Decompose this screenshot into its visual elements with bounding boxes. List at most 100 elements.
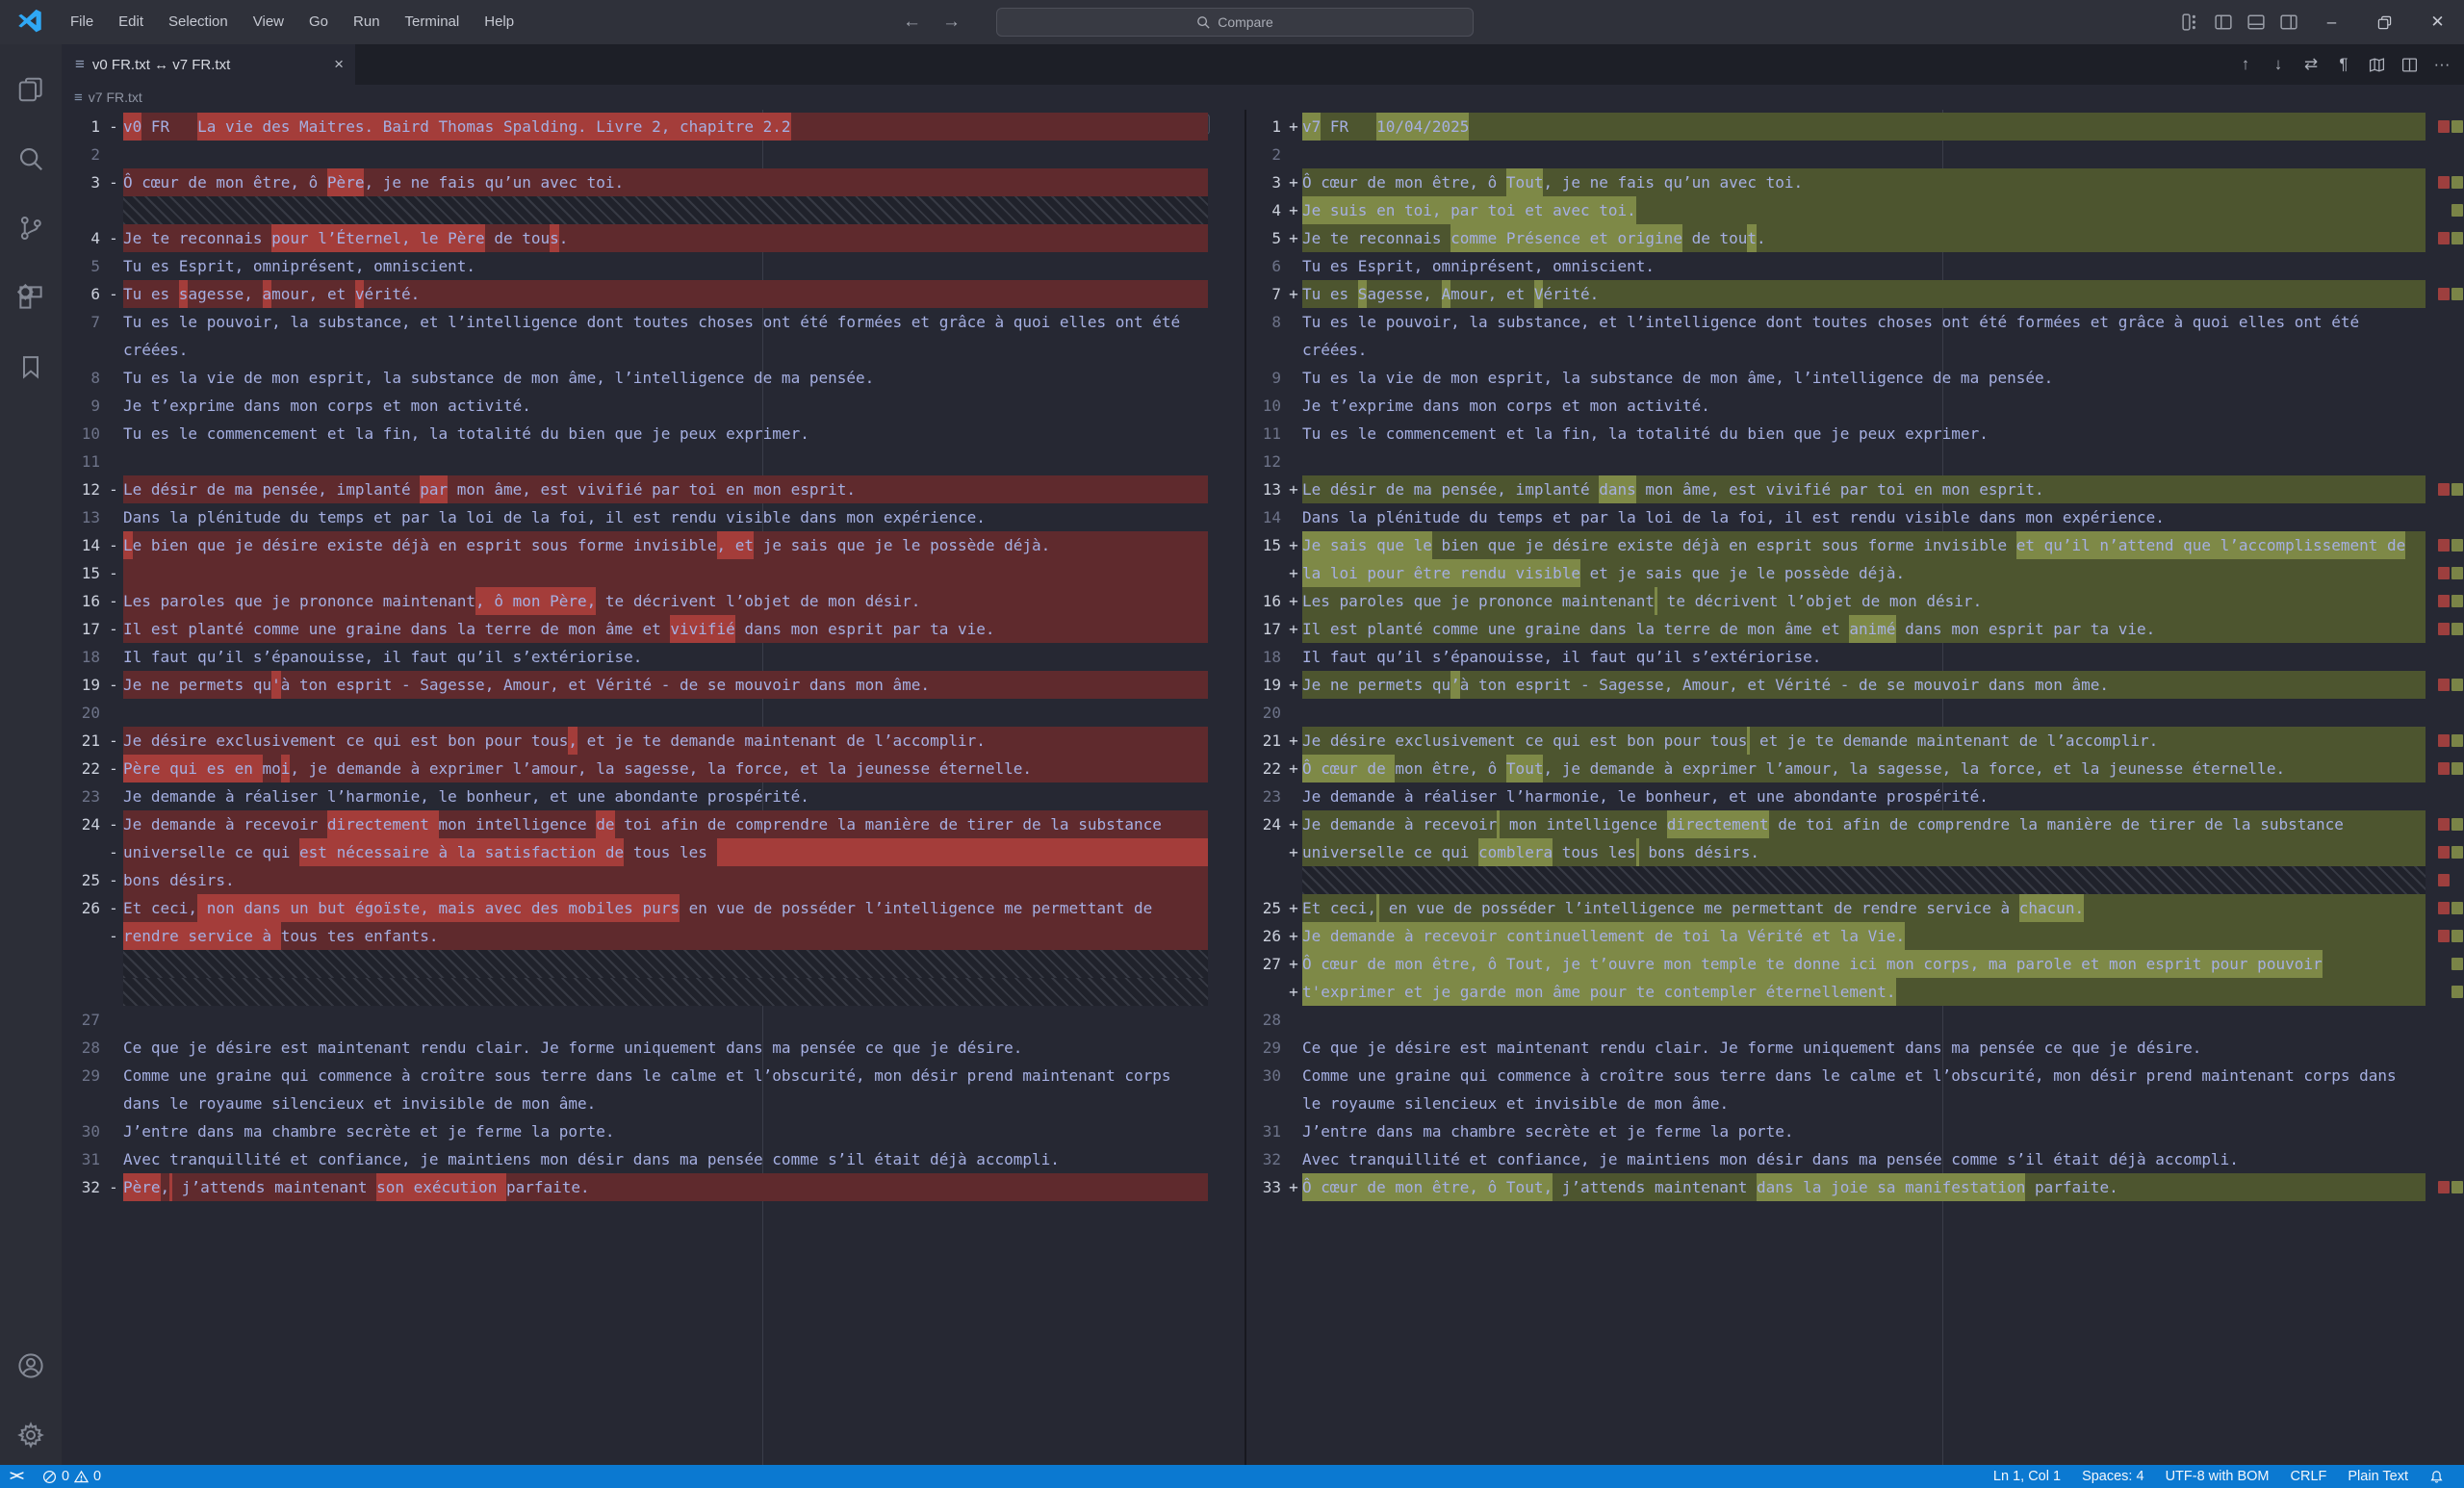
- notifications-bell-icon[interactable]: [2419, 1465, 2454, 1488]
- search-sidebar-icon[interactable]: [8, 135, 54, 183]
- diff-row[interactable]: 23Je demande à réaliser l’harmonie, le b…: [1246, 782, 2464, 810]
- menu-help[interactable]: Help: [472, 13, 526, 30]
- diff-row[interactable]: 15+Je sais que le bien que je désire exi…: [1246, 531, 2464, 559]
- toggle-sidebar-icon[interactable]: [2207, 0, 2240, 44]
- diff-row[interactable]: dans le royaume silencieux et invisible …: [62, 1090, 1245, 1117]
- nav-back-icon[interactable]: ←: [903, 12, 921, 33]
- diff-row[interactable]: 20: [62, 699, 1245, 727]
- diff-row[interactable]: 4+Je suis en toi, par toi et avec toi.: [1246, 196, 2464, 224]
- diff-row[interactable]: +la loi pour être rendu visible et je sa…: [1246, 559, 2464, 587]
- diff-row[interactable]: 2: [1246, 141, 2464, 168]
- diff-row[interactable]: 26+Je demande à recevoir continuellement…: [1246, 922, 2464, 950]
- diff-row[interactable]: 10Tu es le commencement et la fin, la to…: [62, 420, 1245, 448]
- settings-gear-icon[interactable]: [8, 1411, 54, 1459]
- diff-row[interactable]: 3-Ô cœur de mon être, ô Père, je ne fais…: [62, 168, 1245, 196]
- diff-row[interactable]: 8Tu es le pouvoir, la substance, et l’in…: [1246, 308, 2464, 336]
- diff-row[interactable]: 11: [62, 448, 1245, 475]
- diff-row[interactable]: 12-Le désir de ma pensée, implanté par m…: [62, 475, 1245, 503]
- diff-row[interactable]: 11Tu es le commencement et la fin, la to…: [1246, 420, 2464, 448]
- encoding-setting[interactable]: UTF-8 with BOM: [2155, 1465, 2280, 1488]
- split-editor-icon[interactable]: [2395, 50, 2424, 79]
- diff-row[interactable]: 14Dans la plénitude du temps et par la l…: [1246, 503, 2464, 531]
- diff-pane-modified[interactable]: 1+v7 FR 10/04/202523+Ô cœur de mon être,…: [1245, 110, 2464, 1465]
- diff-row[interactable]: 3+Ô cœur de mon être, ô Tout, je ne fais…: [1246, 168, 2464, 196]
- language-mode[interactable]: Plain Text: [2337, 1465, 2419, 1488]
- breadcrumb[interactable]: ≡ v7 FR.txt: [62, 85, 2464, 110]
- diff-row[interactable]: 1+v7 FR 10/04/2025: [1246, 113, 2464, 141]
- extensions-icon[interactable]: [8, 273, 54, 321]
- diff-row[interactable]: 7Tu es le pouvoir, la substance, et l’in…: [62, 308, 1245, 336]
- diff-row[interactable]: 24+Je demande à recevoir mon intelligenc…: [1246, 810, 2464, 838]
- diff-row[interactable]: 13+Le désir de ma pensée, implanté dans …: [1246, 475, 2464, 503]
- next-change-icon[interactable]: ↓: [2264, 50, 2293, 79]
- source-control-icon[interactable]: [8, 204, 54, 252]
- tab-close-icon[interactable]: ×: [334, 55, 344, 74]
- cursor-position[interactable]: Ln 1, Col 1: [1983, 1465, 2071, 1488]
- diff-row[interactable]: 28: [1246, 1006, 2464, 1034]
- diff-row[interactable]: [1246, 866, 2464, 894]
- diff-row[interactable]: [62, 978, 1245, 1006]
- diff-row[interactable]: 27: [62, 1006, 1245, 1034]
- diff-row[interactable]: 22-Père qui es en moi, je demande à expr…: [62, 755, 1245, 782]
- diff-row[interactable]: 18Il faut qu’il s’épanouisse, il faut qu…: [1246, 643, 2464, 671]
- previous-change-icon[interactable]: ↑: [2231, 50, 2260, 79]
- diff-row[interactable]: 29Comme une graine qui commence à croîtr…: [62, 1062, 1245, 1090]
- open-changes-icon[interactable]: [2362, 50, 2391, 79]
- restore-button[interactable]: [2358, 0, 2411, 44]
- diff-row[interactable]: 33+Ô cœur de mon être, ô Tout, j’attends…: [1246, 1173, 2464, 1201]
- diff-pane-original[interactable]: ··· 1-v0 FR La vie des Maitres. Baird Th…: [62, 110, 1245, 1465]
- diff-row[interactable]: créées.: [62, 336, 1245, 364]
- diff-row[interactable]: 21-Je désire exclusivement ce qui est bo…: [62, 727, 1245, 755]
- menu-go[interactable]: Go: [296, 13, 341, 30]
- diff-row[interactable]: 16+Les paroles que je prononce maintenan…: [1246, 587, 2464, 615]
- diff-row[interactable]: 2: [62, 141, 1245, 168]
- diff-row[interactable]: -rendre service à tous tes enfants.: [62, 922, 1245, 950]
- menu-terminal[interactable]: Terminal: [393, 13, 473, 30]
- tab-diff-v0-v7[interactable]: ≡ v0 FR.txt ↔ v7 FR.txt ×: [62, 44, 355, 85]
- menu-file[interactable]: File: [58, 13, 106, 30]
- diff-row[interactable]: 17-Il est planté comme une graine dans l…: [62, 615, 1245, 643]
- toggle-secondary-sidebar-icon[interactable]: [2272, 0, 2305, 44]
- diff-row[interactable]: 27+Ô cœur de mon être, ô Tout, je t’ouvr…: [1246, 950, 2464, 978]
- menu-view[interactable]: View: [241, 13, 296, 30]
- diff-row[interactable]: +universelle ce qui comblera tous les bo…: [1246, 838, 2464, 866]
- menu-edit[interactable]: Edit: [106, 13, 156, 30]
- minimize-button[interactable]: –: [2305, 0, 2358, 44]
- diff-row[interactable]: 29Ce que je désire est maintenant rendu …: [1246, 1034, 2464, 1062]
- diff-row[interactable]: 7+Tu es Sagesse, Amour, et Vérité.: [1246, 280, 2464, 308]
- diff-row[interactable]: -universelle ce qui est nécessaire à la …: [62, 838, 1245, 866]
- toggle-panel-icon[interactable]: [2240, 0, 2272, 44]
- swap-sides-icon[interactable]: ⇄: [2297, 50, 2325, 79]
- diff-row[interactable]: 31Avec tranquillité et confiance, je mai…: [62, 1145, 1245, 1173]
- diff-row[interactable]: 30J’entre dans ma chambre secrète et je …: [62, 1117, 1245, 1145]
- diff-row[interactable]: [62, 950, 1245, 978]
- diff-row[interactable]: 1-v0 FR La vie des Maitres. Baird Thomas…: [62, 113, 1245, 141]
- problems-indicator[interactable]: 0 0: [34, 1465, 110, 1488]
- close-button[interactable]: ✕: [2411, 0, 2464, 44]
- diff-row[interactable]: 23Je demande à réaliser l’harmonie, le b…: [62, 782, 1245, 810]
- diff-row[interactable]: 14-Le bien que je désire existe déjà en …: [62, 531, 1245, 559]
- menu-selection[interactable]: Selection: [156, 13, 241, 30]
- diff-row[interactable]: 18Il faut qu’il s’épanouisse, il faut qu…: [62, 643, 1245, 671]
- diff-row[interactable]: 5+Je te reconnais comme Présence et orig…: [1246, 224, 2464, 252]
- diff-row[interactable]: 12: [1246, 448, 2464, 475]
- diff-row[interactable]: 32Avec tranquillité et confiance, je mai…: [1246, 1145, 2464, 1173]
- diff-row[interactable]: 30Comme une graine qui commence à croîtr…: [1246, 1062, 2464, 1090]
- diff-row[interactable]: 25+Et ceci, en vue de posséder l’intelli…: [1246, 894, 2464, 922]
- diff-row[interactable]: 6Tu es Esprit, omniprésent, omniscient.: [1246, 252, 2464, 280]
- diff-row[interactable]: 9Tu es la vie de mon esprit, la substanc…: [1246, 364, 2464, 392]
- diff-row[interactable]: 19-Je ne permets qu'à ton esprit - Sages…: [62, 671, 1245, 699]
- diff-row[interactable]: 5Tu es Esprit, omniprésent, omniscient.: [62, 252, 1245, 280]
- diff-row[interactable]: 4-Je te reconnais pour l’Éternel, le Pèr…: [62, 224, 1245, 252]
- diff-row[interactable]: 19+Je ne permets qu’à ton esprit - Sages…: [1246, 671, 2464, 699]
- accounts-icon[interactable]: [8, 1342, 54, 1390]
- diff-row[interactable]: 13Dans la plénitude du temps et par la l…: [62, 503, 1245, 531]
- menu-run[interactable]: Run: [341, 13, 393, 30]
- diff-row[interactable]: 8Tu es la vie de mon esprit, la substanc…: [62, 364, 1245, 392]
- diff-row[interactable]: 20: [1246, 699, 2464, 727]
- diff-row[interactable]: +t'exprimer et je garde mon âme pour te …: [1246, 978, 2464, 1006]
- diff-row[interactable]: 26-Et ceci, non dans un but égoïste, mai…: [62, 894, 1245, 922]
- whitespace-toggle-icon[interactable]: ¶: [2329, 50, 2358, 79]
- diff-row[interactable]: 22+Ô cœur de mon être, ô Tout, je demand…: [1246, 755, 2464, 782]
- diff-row[interactable]: 21+Je désire exclusivement ce qui est bo…: [1246, 727, 2464, 755]
